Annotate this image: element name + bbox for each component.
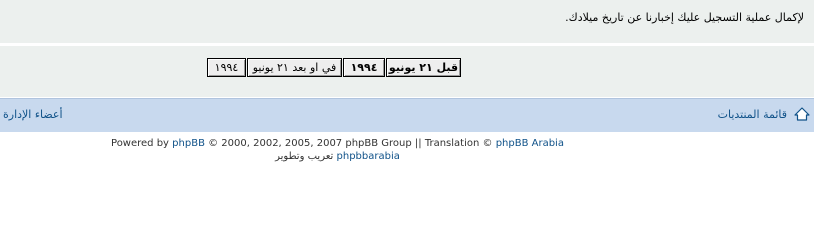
- year-1994-button[interactable]: ١٩٩٤: [207, 58, 246, 77]
- on-or-after-june-21-button[interactable]: في او بعد ٢١ يونيو: [247, 58, 342, 77]
- registration-notice: لإكمال عملية التسجيل عليك إخبارنا عن تار…: [565, 11, 804, 24]
- before-june-21-button[interactable]: قبل ٢١ يونيو: [386, 58, 461, 77]
- phpbb-link[interactable]: phpBB: [172, 138, 205, 149]
- navbar: [0, 98, 814, 132]
- team-link[interactable]: أعضاء الإدارة: [3, 108, 63, 121]
- phpbb-arabia-link[interactable]: phpBB Arabia: [496, 138, 564, 149]
- powered-by-text: Powered by: [111, 138, 169, 149]
- index-link-label: قائمة المنتديات: [717, 107, 787, 121]
- footer-copyright: Powered by phpBB © 2000, 2002, 2005, 200…: [0, 138, 675, 149]
- copyright-text: © 2000, 2002, 2005, 2007 phpBB Group || …: [208, 138, 493, 149]
- notice-panel: لإكمال عملية التسجيل عليك إخبارنا عن تار…: [0, 0, 814, 43]
- year-1994-bold-button[interactable]: ١٩٩٤: [343, 58, 385, 77]
- phpbbarabia-link[interactable]: phpbbarabia: [337, 151, 400, 162]
- home-icon: [794, 107, 810, 121]
- footer-translation: تعريب وتطوير phpbbarabia: [0, 151, 675, 162]
- index-link[interactable]: قائمة المنتديات: [718, 106, 810, 122]
- translation-credit-text: تعريب وتطوير: [275, 151, 334, 162]
